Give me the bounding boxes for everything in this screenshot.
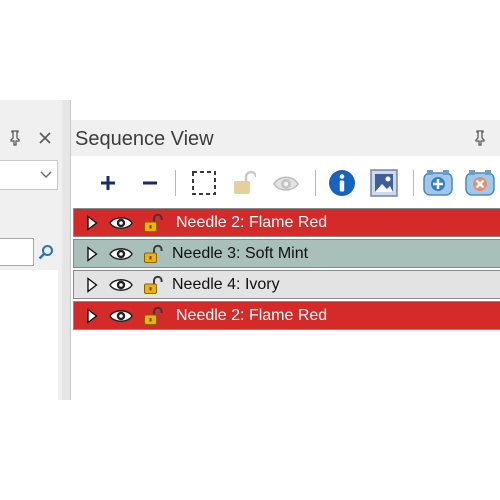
sequence-toolbar — [71, 158, 500, 210]
unlock-icon[interactable] — [138, 209, 168, 237]
eye-icon[interactable] — [104, 209, 138, 237]
toolbar-separator — [413, 170, 414, 196]
unlock-icon[interactable] — [138, 240, 168, 268]
close-icon[interactable] — [34, 120, 56, 156]
sequence-view-panel: Sequence View Needle 2: Flame Red Needle… — [70, 100, 500, 400]
sequence-row[interactable]: Needle 3: Soft Mint — [73, 239, 500, 268]
left-panel-content — [0, 270, 58, 400]
chevron-down-icon[interactable] — [39, 167, 53, 186]
toolbar-separator — [175, 170, 176, 196]
add-hoop-icon[interactable] — [423, 168, 453, 198]
eye-icon[interactable] — [104, 302, 138, 330]
unlock-icon[interactable] — [138, 302, 168, 330]
expand-triangle-icon[interactable] — [80, 271, 104, 299]
close-icon[interactable] — [495, 120, 500, 156]
desktop-background — [0, 0, 500, 100]
pin-icon[interactable] — [4, 120, 26, 156]
plus-icon[interactable] — [93, 168, 123, 198]
sequence-row[interactable]: Needle 2: Flame Red — [73, 301, 500, 330]
sequence-row[interactable]: Needle 2: Flame Red — [73, 208, 500, 237]
sequence-row-label: Needle 3: Soft Mint — [172, 244, 309, 262]
left-panel-header — [0, 120, 62, 156]
eye-icon[interactable] — [271, 168, 301, 198]
eye-icon[interactable] — [104, 240, 138, 268]
expand-triangle-icon[interactable] — [80, 209, 104, 237]
pin-icon[interactable] — [469, 120, 491, 156]
minus-icon[interactable] — [135, 168, 165, 198]
sequence-row-label: Needle 2: Flame Red — [176, 213, 328, 231]
left-search-input[interactable] — [0, 238, 34, 266]
panel-splitter[interactable] — [62, 100, 70, 400]
left-dropdown[interactable] — [0, 160, 58, 190]
sequence-row[interactable]: Needle 4: Ivory — [73, 270, 500, 299]
expand-triangle-icon[interactable] — [80, 240, 104, 268]
left-docked-panel — [0, 100, 62, 400]
sequence-row-label: Needle 2: Flame Red — [176, 306, 328, 324]
desktop-background — [0, 400, 500, 500]
select-rectangle-icon[interactable] — [189, 168, 219, 198]
sequence-row-label: Needle 4: Ivory — [172, 275, 280, 293]
unlock-icon[interactable] — [138, 271, 168, 299]
info-icon[interactable] — [327, 168, 357, 198]
panel-title: Sequence View — [75, 128, 214, 150]
eye-icon[interactable] — [104, 271, 138, 299]
toolbar-separator — [315, 170, 316, 196]
expand-triangle-icon[interactable] — [80, 302, 104, 330]
image-icon[interactable] — [369, 168, 399, 198]
remove-hoop-icon[interactable] — [465, 168, 495, 198]
search-icon[interactable] — [36, 240, 56, 264]
unlock-icon[interactable] — [229, 168, 259, 198]
sequence-view-header: Sequence View — [71, 120, 500, 156]
